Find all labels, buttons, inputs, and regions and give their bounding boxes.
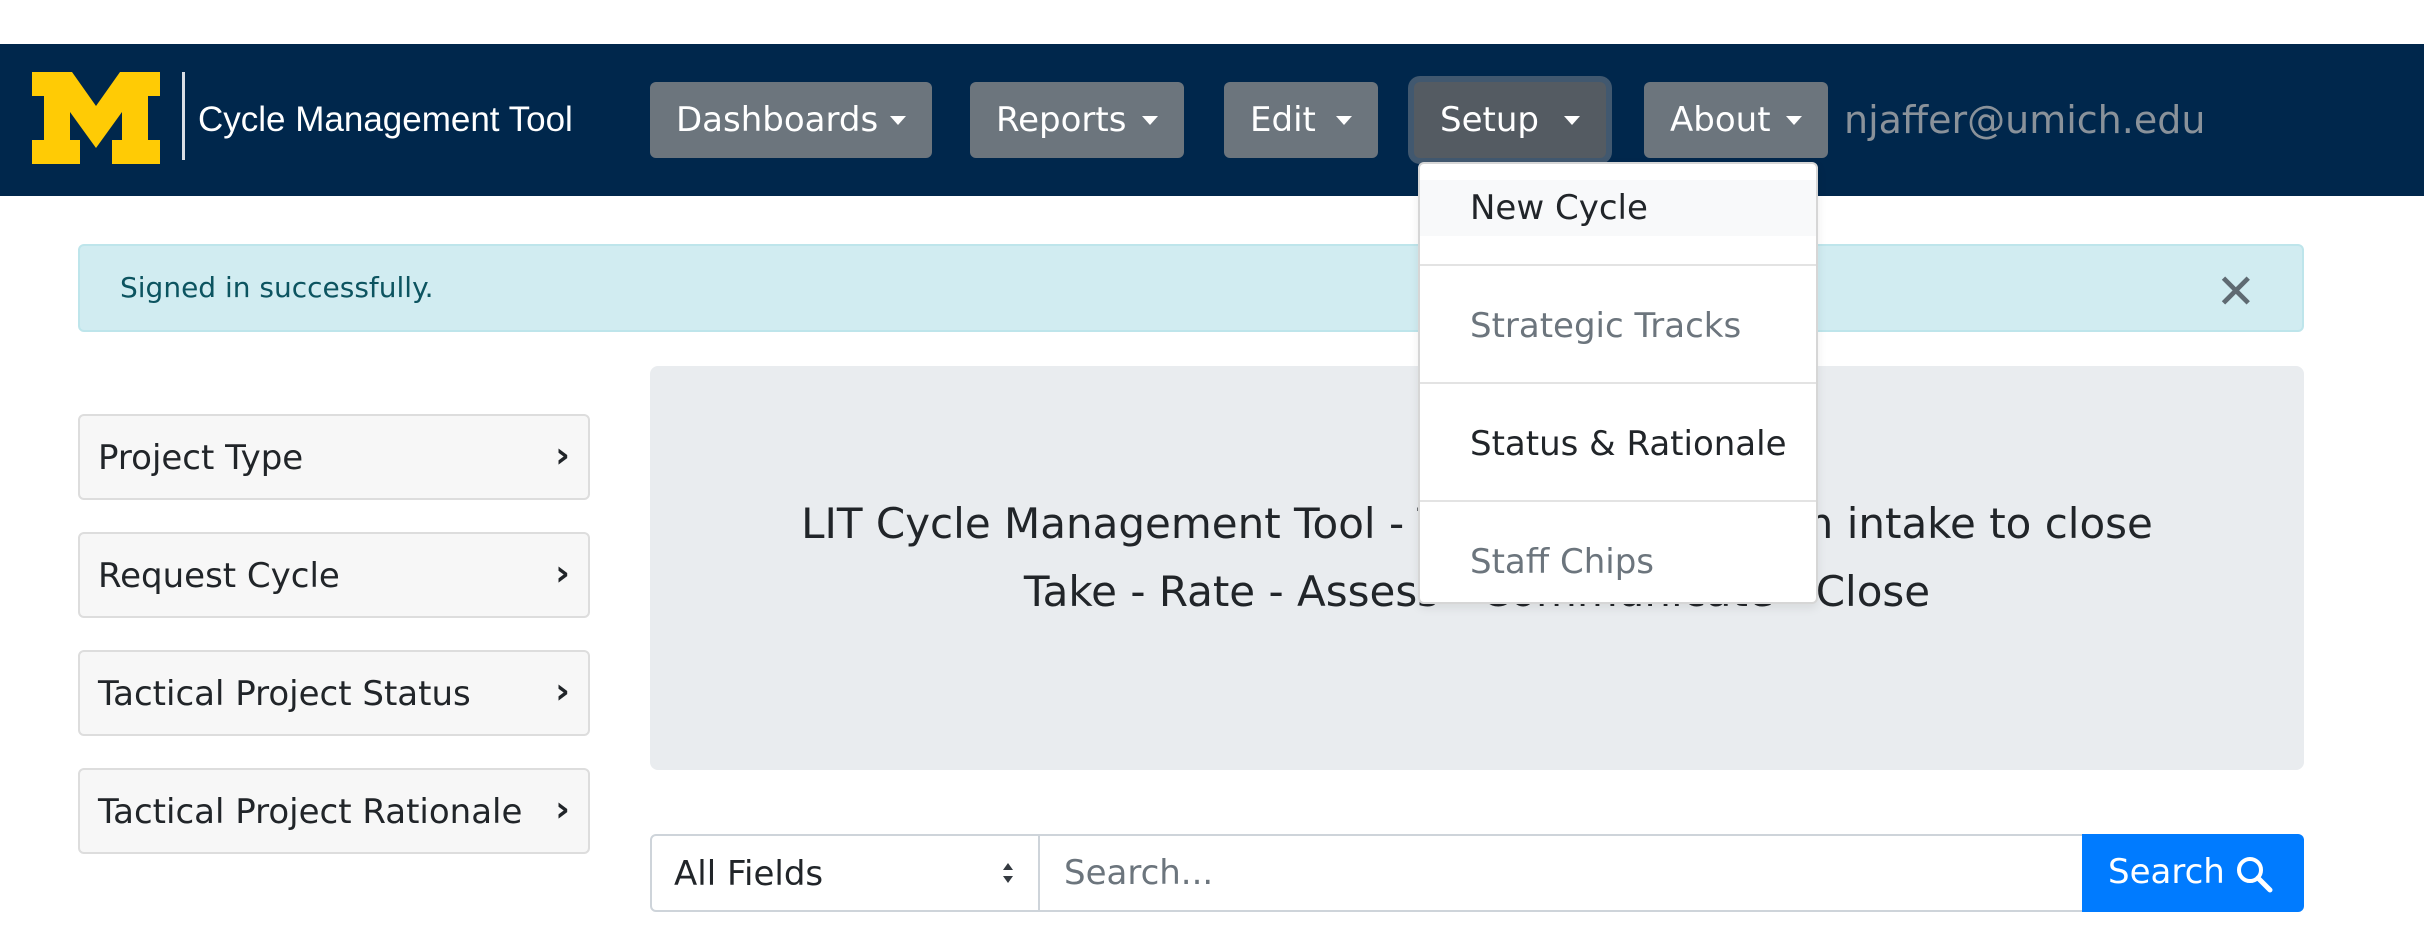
nav-dashboards-dropdown[interactable]: Dashboards <box>650 82 932 158</box>
caret-down-icon <box>890 116 906 125</box>
chevron-right-icon: › <box>555 671 570 712</box>
close-icon[interactable]: ✕ <box>2216 264 2256 320</box>
signed-in-alert: Signed in successfully. ✕ <box>78 244 2304 332</box>
brand-divider <box>182 72 185 160</box>
alert-message: Signed in successfully. <box>120 271 434 304</box>
sidebar-item-label: Tactical Project Rationale <box>98 792 523 832</box>
menu-divider <box>1420 264 1816 266</box>
search-input[interactable] <box>1040 834 2084 912</box>
menu-item-strategic-tracks[interactable]: Strategic Tracks <box>1420 304 1816 348</box>
caret-down-icon <box>1786 116 1802 125</box>
menu-item-status-rationale[interactable]: Status & Rationale <box>1420 422 1816 466</box>
caret-down-icon <box>1336 116 1352 125</box>
nav-edit-label: Edit <box>1250 100 1316 140</box>
menu-item-staff-chips[interactable]: Staff Chips <box>1420 540 1816 584</box>
sidebar-item-request-cycle[interactable]: Request Cycle › <box>78 532 590 618</box>
sidebar-item-project-type[interactable]: Project Type › <box>78 414 590 500</box>
nav-setup-label: Setup <box>1440 100 1539 140</box>
nav-about-label: About <box>1670 100 1771 140</box>
sidebar-item-tactical-project-rationale[interactable]: Tactical Project Rationale › <box>78 768 590 854</box>
sidebar-item-tactical-project-status[interactable]: Tactical Project Status › <box>78 650 590 736</box>
sidebar-item-label: Project Type <box>98 438 304 478</box>
block-m-icon <box>32 72 160 164</box>
search-field-select[interactable]: All Fields <box>650 834 1040 912</box>
search-button-label: Search <box>2108 852 2225 892</box>
nav-setup-dropdown[interactable]: Setup <box>1414 82 1606 158</box>
nav-reports-dropdown[interactable]: Reports <box>970 82 1184 158</box>
top-navbar: Cycle Management Tool Dashboards Reports… <box>0 44 2424 196</box>
search-icon <box>2237 857 2273 893</box>
nav-dashboards-label: Dashboards <box>676 100 879 140</box>
caret-down-icon <box>1564 116 1580 125</box>
menu-divider <box>1420 500 1816 502</box>
nav-about-dropdown[interactable]: About <box>1644 82 1828 158</box>
chevron-right-icon: › <box>555 553 570 594</box>
menu-divider <box>1420 382 1816 384</box>
sidebar-item-label: Tactical Project Status <box>98 674 471 714</box>
select-arrows-icon <box>1003 863 1013 883</box>
setup-dropdown-menu: New Cycle Strategic Tracks Status & Rati… <box>1418 162 1818 604</box>
block-m-logo[interactable] <box>32 72 160 164</box>
app-title[interactable]: Cycle Management Tool <box>198 98 573 142</box>
user-email[interactable]: njaffer@umich.edu <box>1844 92 2205 148</box>
chevron-right-icon: › <box>555 435 570 476</box>
nav-edit-dropdown[interactable]: Edit <box>1224 82 1378 158</box>
chevron-right-icon: › <box>555 789 570 830</box>
caret-down-icon <box>1142 116 1158 125</box>
search-field-value: All Fields <box>674 854 824 894</box>
sidebar-item-label: Request Cycle <box>98 556 340 596</box>
nav-reports-label: Reports <box>996 100 1127 140</box>
menu-item-new-cycle[interactable]: New Cycle <box>1420 180 1816 236</box>
search-button[interactable]: Search <box>2082 834 2304 912</box>
